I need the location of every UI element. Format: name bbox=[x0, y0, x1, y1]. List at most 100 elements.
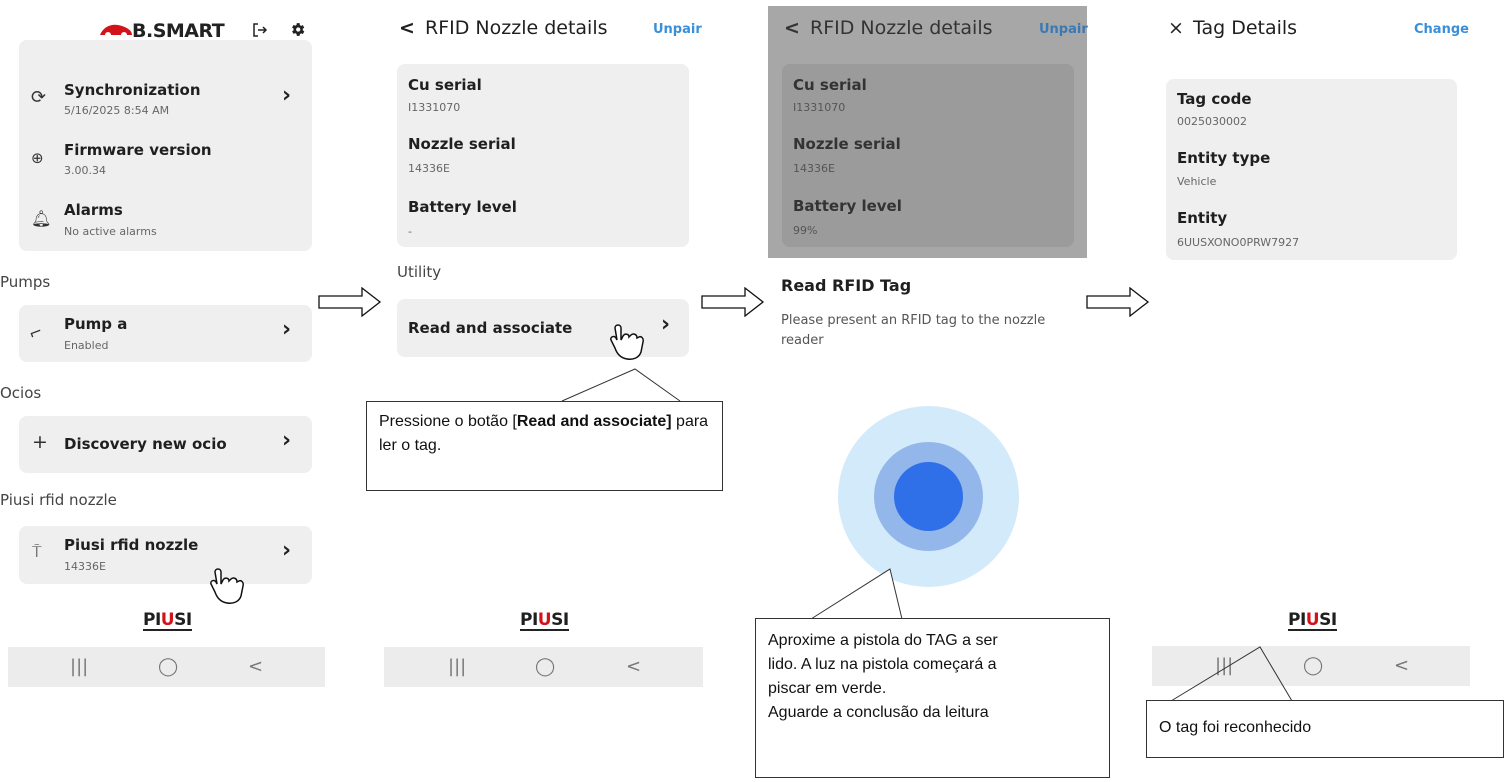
unpair-button[interactable]: Unpair bbox=[653, 22, 702, 37]
page-title: RFID Nozzle details bbox=[810, 17, 993, 39]
callout-read-tag: Aproxime a pistola do TAG a ser lido. A … bbox=[755, 618, 1110, 778]
ocio-title: Discovery new ocio bbox=[64, 435, 227, 453]
piusi-logo: PIUSI bbox=[520, 610, 569, 631]
nav-back-button[interactable]: < bbox=[1394, 655, 1409, 676]
nav-recent-button[interactable]: ||| bbox=[70, 656, 88, 677]
logout-icon[interactable] bbox=[252, 22, 268, 38]
nav-home-button[interactable]: ◯ bbox=[158, 656, 178, 677]
field-title: Battery level bbox=[793, 197, 902, 215]
battery-row: Battery level - bbox=[397, 187, 689, 247]
field-title: Entity type bbox=[1177, 149, 1271, 167]
page-title: RFID Nozzle details bbox=[425, 17, 608, 39]
page-title: Tag Details bbox=[1193, 17, 1298, 39]
field-title: Tag code bbox=[1177, 90, 1252, 108]
back-button[interactable]: < bbox=[784, 17, 800, 39]
entity-type-row: Entity type Vehicle bbox=[1166, 139, 1457, 198]
brand-name: B.SMART bbox=[132, 20, 225, 42]
callout-pointer bbox=[561, 368, 681, 402]
flow-arrow-icon bbox=[318, 287, 382, 317]
firmware-title: Firmware version bbox=[64, 141, 212, 159]
details-card: Cu serial I1331070 Nozzle serial 14336E … bbox=[397, 64, 689, 247]
callout-text: O tag foi reconhecido bbox=[1159, 719, 1312, 736]
change-button[interactable]: Change bbox=[1414, 22, 1469, 37]
sheet-text: Please present an RFID tag to the nozzle… bbox=[781, 313, 1046, 348]
alarms-status: No active alarms bbox=[64, 225, 157, 238]
read-associate-label: Read and associate bbox=[408, 319, 573, 337]
field-value: - bbox=[408, 225, 412, 238]
sync-title: Synchronization bbox=[64, 81, 201, 99]
cu-serial-row: Cu serial I1331070 bbox=[782, 64, 1074, 123]
battery-row: Battery level 99% bbox=[782, 186, 1074, 247]
field-value: 14336E bbox=[793, 162, 835, 175]
rfid-pulse-inner bbox=[894, 462, 963, 531]
flow-arrow-icon bbox=[1086, 287, 1150, 317]
pump-title: Pump a bbox=[64, 315, 128, 333]
piusi-logo: PIUSI bbox=[143, 610, 192, 631]
nozzle-serial-row: Nozzle serial 14336E bbox=[397, 126, 689, 184]
screen-settings: B.SMART ⟳ Synchronization 5/16/2025 8:54… bbox=[0, 0, 330, 782]
section-ocios: Ocios bbox=[0, 384, 42, 402]
settings-gear-icon[interactable] bbox=[289, 21, 306, 38]
cu-serial-row: Cu serial I1331070 bbox=[397, 64, 689, 123]
entity-row: Entity 6UUSXONO0PRW7927 bbox=[1166, 201, 1457, 260]
nav-recent-button[interactable]: ||| bbox=[448, 656, 466, 677]
flow-arrow-icon bbox=[701, 287, 765, 317]
piusi-logo: PIUSI bbox=[1288, 610, 1337, 631]
sync-row[interactable]: ⟳ Synchronization 5/16/2025 8:54 AM › bbox=[19, 69, 312, 129]
firmware-row[interactable]: ⊕ Firmware version 3.00.34 bbox=[19, 132, 312, 190]
plus-icon: + bbox=[32, 431, 48, 453]
field-title: Entity bbox=[1177, 209, 1228, 227]
discovery-ocio-row[interactable]: + Discovery new ocio › bbox=[19, 416, 312, 473]
callout-text: lido. A luz na pistola começará a bbox=[768, 656, 997, 673]
nav-home-button[interactable]: ◯ bbox=[535, 656, 555, 677]
unpair-button[interactable]: Unpair bbox=[1039, 22, 1088, 37]
hand-pointer-icon bbox=[610, 324, 644, 360]
field-value: 6UUSXONO0PRW7927 bbox=[1177, 236, 1300, 249]
section-nozzle: Piusi rfid nozzle bbox=[0, 491, 117, 509]
android-navbar: ||| ◯ < bbox=[8, 647, 325, 687]
sheet-title: Read RFID Tag bbox=[781, 276, 912, 295]
field-value: Vehicle bbox=[1177, 175, 1217, 188]
field-value: I1331070 bbox=[408, 101, 461, 114]
back-button[interactable]: < bbox=[399, 17, 415, 39]
callout-pointer bbox=[810, 568, 903, 620]
piusi-nozzle-row[interactable]: ⍑ Piusi rfid nozzle 14336E › bbox=[19, 526, 312, 584]
alarm-bell-icon: 🔔︎ bbox=[31, 209, 52, 228]
callout-text: Pressione o botão [ bbox=[379, 413, 517, 430]
field-title: Cu serial bbox=[793, 76, 867, 94]
callout-tag-recognized: O tag foi reconhecido bbox=[1146, 700, 1504, 758]
firmware-version: 3.00.34 bbox=[64, 164, 106, 177]
field-title: Nozzle serial bbox=[793, 135, 901, 153]
alarms-row[interactable]: 🔔︎ Alarms No active alarms bbox=[19, 193, 312, 251]
hand-pointer-icon bbox=[210, 568, 244, 604]
nav-back-button[interactable]: < bbox=[248, 656, 263, 677]
nav-back-button[interactable]: < bbox=[626, 656, 641, 677]
section-utility: Utility bbox=[397, 263, 442, 281]
sync-icon: ⟳ bbox=[31, 87, 47, 108]
section-pumps: Pumps bbox=[0, 273, 51, 291]
field-value: 99% bbox=[793, 224, 818, 237]
callout-pointer bbox=[1170, 646, 1293, 702]
close-icon[interactable]: × bbox=[1168, 17, 1184, 39]
chevron-right-icon: › bbox=[282, 317, 292, 342]
chevron-right-icon: › bbox=[282, 428, 292, 453]
tag-code-row: Tag code 0025030002 bbox=[1166, 79, 1457, 136]
sync-date: 5/16/2025 8:54 AM bbox=[64, 104, 170, 117]
pump-a-row[interactable]: ⌐ Pump a Enabled › bbox=[19, 305, 312, 362]
field-title: Nozzle serial bbox=[408, 135, 516, 153]
field-title: Battery level bbox=[408, 198, 517, 216]
alarms-title: Alarms bbox=[64, 201, 123, 219]
field-title: Cu serial bbox=[408, 76, 482, 94]
android-navbar: ||| ◯ < bbox=[384, 647, 703, 687]
chevron-right-icon: › bbox=[282, 538, 292, 563]
callout-bold-text: Read and associate] bbox=[516, 413, 672, 430]
bsmart-logo-icon bbox=[100, 24, 132, 38]
nozzle-icon: ⌐ bbox=[26, 321, 46, 344]
chip-icon: ⊕ bbox=[31, 149, 44, 167]
nozzle-serial: 14336E bbox=[64, 560, 106, 573]
device-info-card: ⟳ Synchronization 5/16/2025 8:54 AM › ⊕ … bbox=[19, 40, 312, 251]
nozzle-title: Piusi rfid nozzle bbox=[64, 536, 199, 554]
pump-status: Enabled bbox=[64, 339, 109, 352]
callout-text: piscar em verde. bbox=[768, 680, 887, 697]
callout-read-associate: Pressione o botão [Read and associate] p… bbox=[366, 401, 723, 491]
